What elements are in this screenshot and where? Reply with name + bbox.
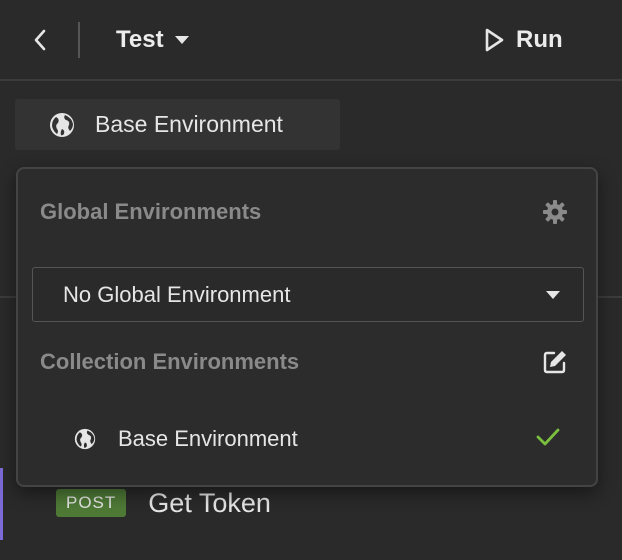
method-badge: POST (56, 489, 127, 517)
environment-item-base[interactable]: Base Environment (18, 414, 596, 464)
collection-title: Test (116, 26, 164, 53)
global-environment-select-value: No Global Environment (63, 281, 291, 307)
play-icon (485, 28, 504, 52)
collection-title-dropdown[interactable]: Test (116, 24, 190, 56)
environment-dropdown: Global Environments No Global Environmen… (16, 167, 598, 487)
edit-collection-environments-button[interactable] (540, 347, 570, 377)
request-name: Get Token (148, 487, 271, 518)
caret-down-icon (546, 291, 560, 299)
environment-selector-button[interactable]: Base Environment (15, 99, 340, 150)
check-icon (536, 428, 560, 446)
active-request-indicator (0, 468, 3, 540)
chevron-left-icon (34, 29, 46, 51)
globe-icon (50, 112, 74, 137)
global-environments-settings-button[interactable] (540, 197, 570, 227)
run-button[interactable]: Run (484, 22, 563, 58)
back-button[interactable] (26, 24, 54, 56)
edit-icon (543, 351, 566, 374)
top-bar: Test Run (0, 0, 622, 81)
environment-selector-label: Base Environment (95, 111, 283, 137)
global-environment-select[interactable]: No Global Environment (32, 267, 584, 322)
header-divider (78, 22, 80, 58)
run-label: Run (516, 26, 563, 53)
caret-down-icon (174, 36, 189, 44)
request-item[interactable]: POST Get Token (56, 486, 271, 520)
collection-environments-title: Collection Environments (40, 349, 300, 374)
gear-icon (543, 200, 567, 224)
global-environments-title: Global Environments (40, 199, 262, 224)
environment-item-label: Base Environment (118, 426, 298, 451)
globe-icon (74, 428, 96, 450)
